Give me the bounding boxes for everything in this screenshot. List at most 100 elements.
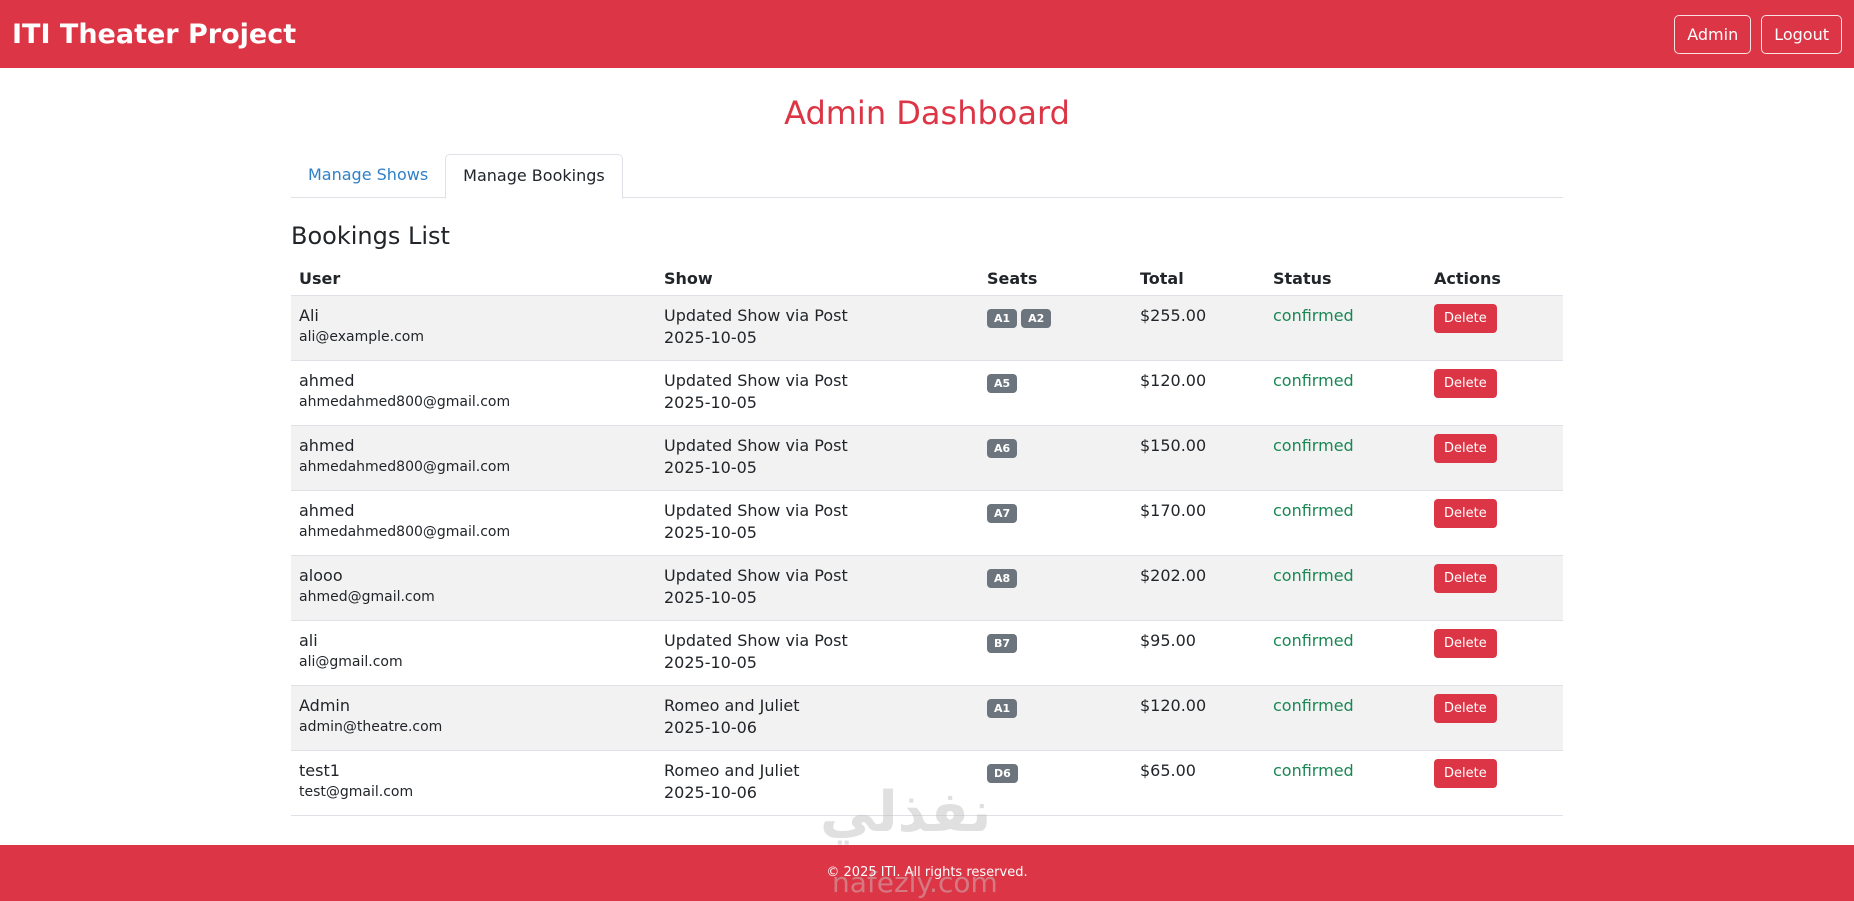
user-email: admin@theatre.com <box>299 719 443 735</box>
tab-manage-shows[interactable]: Manage Shows <box>291 154 445 198</box>
status-label: confirmed <box>1273 371 1354 390</box>
header-seats: Seats <box>979 261 1132 296</box>
dashboard-tabs: Manage Shows Manage Bookings <box>291 154 1563 199</box>
actions-cell: Delete <box>1426 425 1563 491</box>
delete-button[interactable]: Delete <box>1434 629 1497 658</box>
actions-cell: Delete <box>1426 490 1563 556</box>
show-cell: Romeo and Juliet 2025-10-06 <box>656 750 979 816</box>
delete-button[interactable]: Delete <box>1434 759 1497 788</box>
admin-button[interactable]: Admin <box>1674 14 1752 54</box>
status-cell: confirmed <box>1265 620 1426 686</box>
show-title: Updated Show via Post <box>664 501 848 520</box>
total-cell: $170.00 <box>1132 490 1265 556</box>
show-title: Updated Show via Post <box>664 566 848 585</box>
total-amount: $150.00 <box>1140 436 1207 455</box>
total-cell: $202.00 <box>1132 555 1265 621</box>
show-date: 2025-10-06 <box>664 783 757 802</box>
delete-button[interactable]: Delete <box>1434 694 1497 723</box>
show-cell: Updated Show via Post 2025-10-05 <box>656 620 979 686</box>
status-label: confirmed <box>1273 761 1354 780</box>
navbar-actions: Admin Logout <box>1674 14 1842 54</box>
show-date: 2025-10-05 <box>664 588 757 607</box>
delete-button[interactable]: Delete <box>1434 434 1497 463</box>
brand-title[interactable]: ITI Theater Project <box>12 19 296 50</box>
user-name: test1 <box>299 761 340 780</box>
seats-cell: B7 <box>979 620 1132 686</box>
table-row: ali ali@gmail.com Updated Show via Post 202… <box>291 620 1563 686</box>
delete-button[interactable]: Delete <box>1434 499 1497 528</box>
total-amount: $95.00 <box>1140 631 1196 650</box>
header-status: Status <box>1265 261 1426 296</box>
user-name: ahmed <box>299 436 355 455</box>
actions-cell: Delete <box>1426 360 1563 426</box>
show-date: 2025-10-05 <box>664 458 757 477</box>
show-cell: Updated Show via Post 2025-10-05 <box>656 425 979 491</box>
delete-button[interactable]: Delete <box>1434 564 1497 593</box>
user-cell: Admin admin@theatre.com <box>291 685 656 751</box>
user-email: test@gmail.com <box>299 784 414 800</box>
seat-badge: B7 <box>987 634 1018 653</box>
table-row: alooo ahmed@gmail.com Updated Show via Pos… <box>291 555 1563 621</box>
footer-text: © 2025 ITI. All rights reserved. <box>826 865 1028 880</box>
user-email: ahmedahmed800@gmail.com <box>299 394 511 410</box>
actions-cell: Delete <box>1426 555 1563 621</box>
user-cell: ahmed ahmedahmed800@gmail.com <box>291 490 656 556</box>
seat-badge: A2 <box>1021 309 1052 328</box>
table-header-row: User Show Seats Total Status Actions <box>291 261 1563 296</box>
total-amount: $120.00 <box>1140 371 1207 390</box>
header-total: Total <box>1132 261 1265 296</box>
status-label: confirmed <box>1273 436 1354 455</box>
actions-cell: Delete <box>1426 685 1563 751</box>
status-cell: confirmed <box>1265 425 1426 491</box>
actions-cell: Delete <box>1426 750 1563 816</box>
tab-manage-bookings[interactable]: Manage Bookings <box>445 154 623 199</box>
table-row: test1 test@gmail.com Romeo and Juliet 2025-… <box>291 750 1563 816</box>
status-cell: confirmed <box>1265 490 1426 556</box>
show-title: Romeo and Juliet <box>664 761 800 780</box>
logout-button[interactable]: Logout <box>1761 14 1842 54</box>
footer: © 2025 ITI. All rights reserved. <box>0 845 1854 901</box>
show-cell: Romeo and Juliet 2025-10-06 <box>656 685 979 751</box>
header-show: Show <box>656 261 979 296</box>
seat-badge: A1 <box>987 309 1018 328</box>
show-title: Romeo and Juliet <box>664 696 800 715</box>
user-cell: ali ali@gmail.com <box>291 620 656 686</box>
total-amount: $65.00 <box>1140 761 1196 780</box>
user-cell: alooo ahmed@gmail.com <box>291 555 656 621</box>
status-label: confirmed <box>1273 696 1354 715</box>
show-date: 2025-10-06 <box>664 718 757 737</box>
show-date: 2025-10-05 <box>664 653 757 672</box>
table-body: Ali ali@example.com Updated Show via Post 2… <box>291 295 1563 816</box>
top-navbar: ITI Theater Project Admin Logout <box>0 0 1854 68</box>
actions-cell: Delete <box>1426 620 1563 686</box>
show-title: Updated Show via Post <box>664 631 848 650</box>
user-cell: ahmed ahmedahmed800@gmail.com <box>291 425 656 491</box>
user-name: alooo <box>299 566 343 585</box>
total-amount: $120.00 <box>1140 696 1207 715</box>
user-email: ali@example.com <box>299 329 424 345</box>
user-name: ali <box>299 631 318 650</box>
user-name: ahmed <box>299 371 355 390</box>
seats-cell: D6 <box>979 750 1132 816</box>
table-row: ahmed ahmedahmed800@gmail.com Updated Show… <box>291 360 1563 426</box>
delete-button[interactable]: Delete <box>1434 369 1497 398</box>
status-cell: confirmed <box>1265 685 1426 751</box>
main-content: Admin Dashboard Manage Shows Manage Book… <box>291 68 1563 816</box>
delete-button[interactable]: Delete <box>1434 304 1497 333</box>
show-cell: Updated Show via Post 2025-10-05 <box>656 360 979 426</box>
show-title: Updated Show via Post <box>664 371 848 390</box>
user-email: ali@gmail.com <box>299 654 403 670</box>
table-row: ahmed ahmedahmed800@gmail.com Updated Show… <box>291 490 1563 556</box>
table-row: ahmed ahmedahmed800@gmail.com Updated Show… <box>291 425 1563 491</box>
status-label: confirmed <box>1273 306 1354 325</box>
seats-cell: A6 <box>979 425 1132 491</box>
seats-cell: A7 <box>979 490 1132 556</box>
status-label: confirmed <box>1273 566 1354 585</box>
bookings-table: User Show Seats Total Status Actions Ali… <box>291 261 1563 816</box>
status-label: confirmed <box>1273 631 1354 650</box>
total-cell: $120.00 <box>1132 360 1265 426</box>
show-date: 2025-10-05 <box>664 523 757 542</box>
seats-cell: A1 A2 <box>979 295 1132 361</box>
seat-badge: A5 <box>987 374 1018 393</box>
section-title: Bookings List <box>291 222 450 250</box>
